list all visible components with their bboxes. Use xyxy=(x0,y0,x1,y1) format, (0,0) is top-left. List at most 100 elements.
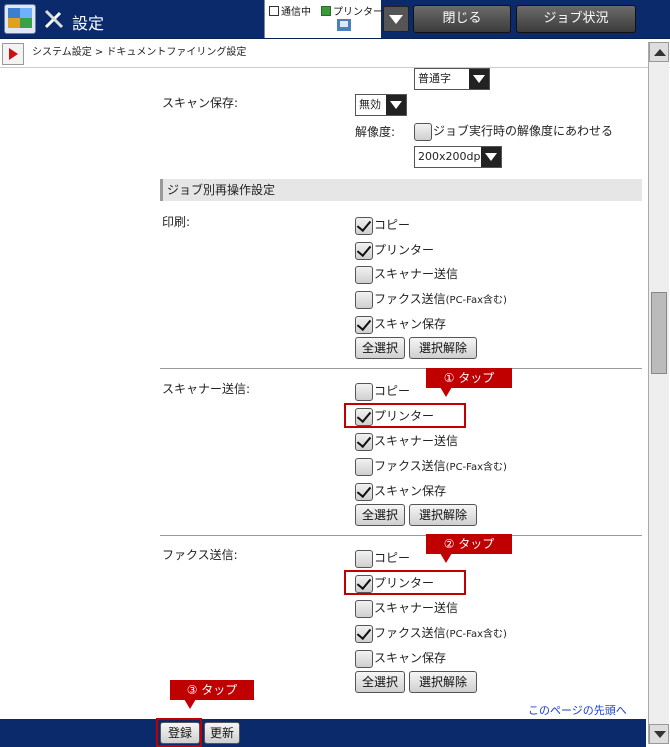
match-job-resolution-label: ジョブ実行時の解像度にあわせる xyxy=(433,124,614,138)
chevron-down-icon xyxy=(469,69,489,89)
checkbox-label: スキャナー送信 xyxy=(374,601,459,615)
printer-indicator-icon xyxy=(321,6,331,16)
resolution-label: 解像度: xyxy=(355,125,396,139)
fax-fax-checkbox[interactable]: ファクス送信(PC-Fax含む) xyxy=(355,623,507,643)
checkbox-label: ファクス送信 xyxy=(374,459,446,473)
scanner-group-label: スキャナー送信: xyxy=(162,382,251,396)
fax-scanner-checkbox[interactable]: スキャナー送信 xyxy=(355,598,458,618)
checkbox-icon xyxy=(355,315,373,334)
chevron-down-icon xyxy=(481,147,501,167)
resolution-select[interactable]: 200x200dpi xyxy=(414,146,502,168)
checkbox-icon xyxy=(355,457,373,476)
checkbox-icon xyxy=(355,599,373,618)
scan-save-label: スキャン保存: xyxy=(162,96,239,110)
font-select[interactable]: 普通字 xyxy=(414,68,490,90)
checkbox-icon xyxy=(355,549,373,568)
breadcrumb-bar: システム設定 > ドキュメントファイリング設定 xyxy=(0,39,670,68)
checkbox-label: コピー xyxy=(374,218,411,232)
fax-select-all-button[interactable]: 全選択 xyxy=(355,671,405,693)
scanner-fax-checkbox[interactable]: ファクス送信(PC-Fax含む) xyxy=(355,456,507,476)
checkbox-label: スキャナー送信 xyxy=(374,434,459,448)
print-group-label: 印刷: xyxy=(162,215,191,229)
status-comm-label: 通信中 xyxy=(281,7,311,18)
checkbox-label: プリンター xyxy=(374,409,435,423)
checkbox-label: ファクス送信 xyxy=(374,626,446,640)
fax-copy-checkbox[interactable]: コピー xyxy=(355,548,410,568)
page-title: 設定 xyxy=(72,14,105,33)
scanner-printer-checkbox[interactable]: プリンター xyxy=(355,406,434,426)
page-top-link[interactable]: このページの先頭へ xyxy=(528,702,627,718)
close-button[interactable]: 閉じる xyxy=(413,5,511,33)
scroll-up-icon[interactable] xyxy=(649,42,669,62)
scanner-scan-save-checkbox[interactable]: スキャン保存 xyxy=(355,481,446,501)
status-dropdown-button[interactable] xyxy=(383,6,409,32)
scanner-deselect-all-button[interactable]: 選択解除 xyxy=(409,504,477,526)
bottom-bar: 登録 更新 xyxy=(0,719,646,747)
checkbox-label: ファクス送信 xyxy=(374,292,446,306)
scroll-down-icon[interactable] xyxy=(649,724,669,744)
home-icon xyxy=(8,8,32,28)
tools-icon xyxy=(44,9,64,29)
checkbox-label: スキャナー送信 xyxy=(374,267,459,281)
checkbox-note: (PC-Fax含む) xyxy=(445,629,507,640)
fax-group-label: ファクス送信: xyxy=(162,548,238,562)
print-deselect-all-button[interactable]: 選択解除 xyxy=(409,337,477,359)
vertical-scrollbar[interactable] xyxy=(648,42,669,744)
checkbox-label: スキャン保存 xyxy=(374,317,447,331)
chevron-down-icon xyxy=(386,95,406,115)
checkbox-icon xyxy=(355,649,373,668)
callout-tap-3: ③ タップ xyxy=(170,680,254,709)
print-printer-checkbox[interactable]: プリンター xyxy=(355,240,434,260)
status-area: 通信中 プリンター xyxy=(264,0,383,38)
fax-scan-save-checkbox[interactable]: スキャン保存 xyxy=(355,648,446,668)
status-comm: 通信中 xyxy=(269,3,311,18)
print-copy-checkbox[interactable]: コピー xyxy=(355,215,410,235)
checkbox-label: スキャン保存 xyxy=(374,484,447,498)
fax-printer-checkbox[interactable]: プリンター xyxy=(355,573,434,593)
match-job-resolution-checkbox[interactable]: ジョブ実行時の解像度にあわせる xyxy=(414,121,613,141)
comm-indicator-icon xyxy=(269,6,279,16)
home-button[interactable] xyxy=(4,4,36,34)
expand-menu-icon[interactable] xyxy=(2,43,24,65)
highlight-box-3 xyxy=(156,718,202,747)
checkbox-label: プリンター xyxy=(374,243,435,257)
checkbox-icon xyxy=(355,241,373,260)
print-select-all-button[interactable]: 全選択 xyxy=(355,337,405,359)
fax-deselect-all-button[interactable]: 選択解除 xyxy=(409,671,477,693)
checkbox-icon xyxy=(355,265,373,284)
checkbox-icon xyxy=(355,574,373,593)
job-status-button[interactable]: ジョブ状況 xyxy=(516,5,636,33)
checkbox-label: スキャン保存 xyxy=(374,651,447,665)
checkbox-icon xyxy=(355,290,373,309)
scan-save-select[interactable]: 無効 xyxy=(355,94,407,116)
scanner-select-all-button[interactable]: 全選択 xyxy=(355,504,405,526)
divider xyxy=(160,535,642,536)
checkbox-icon xyxy=(355,482,373,501)
checkbox-icon xyxy=(355,432,373,451)
checkbox-icon xyxy=(355,382,373,401)
print-fax-checkbox[interactable]: ファクス送信(PC-Fax含む) xyxy=(355,289,507,309)
scroll-thumb[interactable] xyxy=(651,292,667,374)
checkbox-label: コピー xyxy=(374,384,411,398)
divider xyxy=(160,368,642,369)
print-scan-save-checkbox[interactable]: スキャン保存 xyxy=(355,314,446,334)
checkbox-icon xyxy=(355,407,373,426)
checkbox-icon xyxy=(414,122,432,141)
checkbox-note: (PC-Fax含む) xyxy=(445,295,507,306)
callout-tap-1: ① タップ xyxy=(426,368,512,397)
scanner-copy-checkbox[interactable]: コピー xyxy=(355,381,410,401)
font-select-value: 普通字 xyxy=(418,72,451,85)
checkbox-icon xyxy=(355,216,373,235)
checkbox-label: コピー xyxy=(374,551,411,565)
scanner-scanner-checkbox[interactable]: スキャナー送信 xyxy=(355,431,458,451)
printer-icon xyxy=(337,19,351,31)
print-scanner-checkbox[interactable]: スキャナー送信 xyxy=(355,264,458,284)
breadcrumb: システム設定 > ドキュメントファイリング設定 xyxy=(32,47,247,58)
resolution-select-value: 200x200dpi xyxy=(418,150,484,163)
section-title: ジョブ別再操作設定 xyxy=(160,179,642,201)
top-bar: 設定 通信中 プリンター 閉じる ジョブ状況 xyxy=(0,0,670,39)
checkbox-icon xyxy=(355,624,373,643)
checkbox-note: (PC-Fax含む) xyxy=(445,462,507,473)
update-button[interactable]: 更新 xyxy=(204,722,240,744)
status-printer: プリンター xyxy=(321,3,383,18)
